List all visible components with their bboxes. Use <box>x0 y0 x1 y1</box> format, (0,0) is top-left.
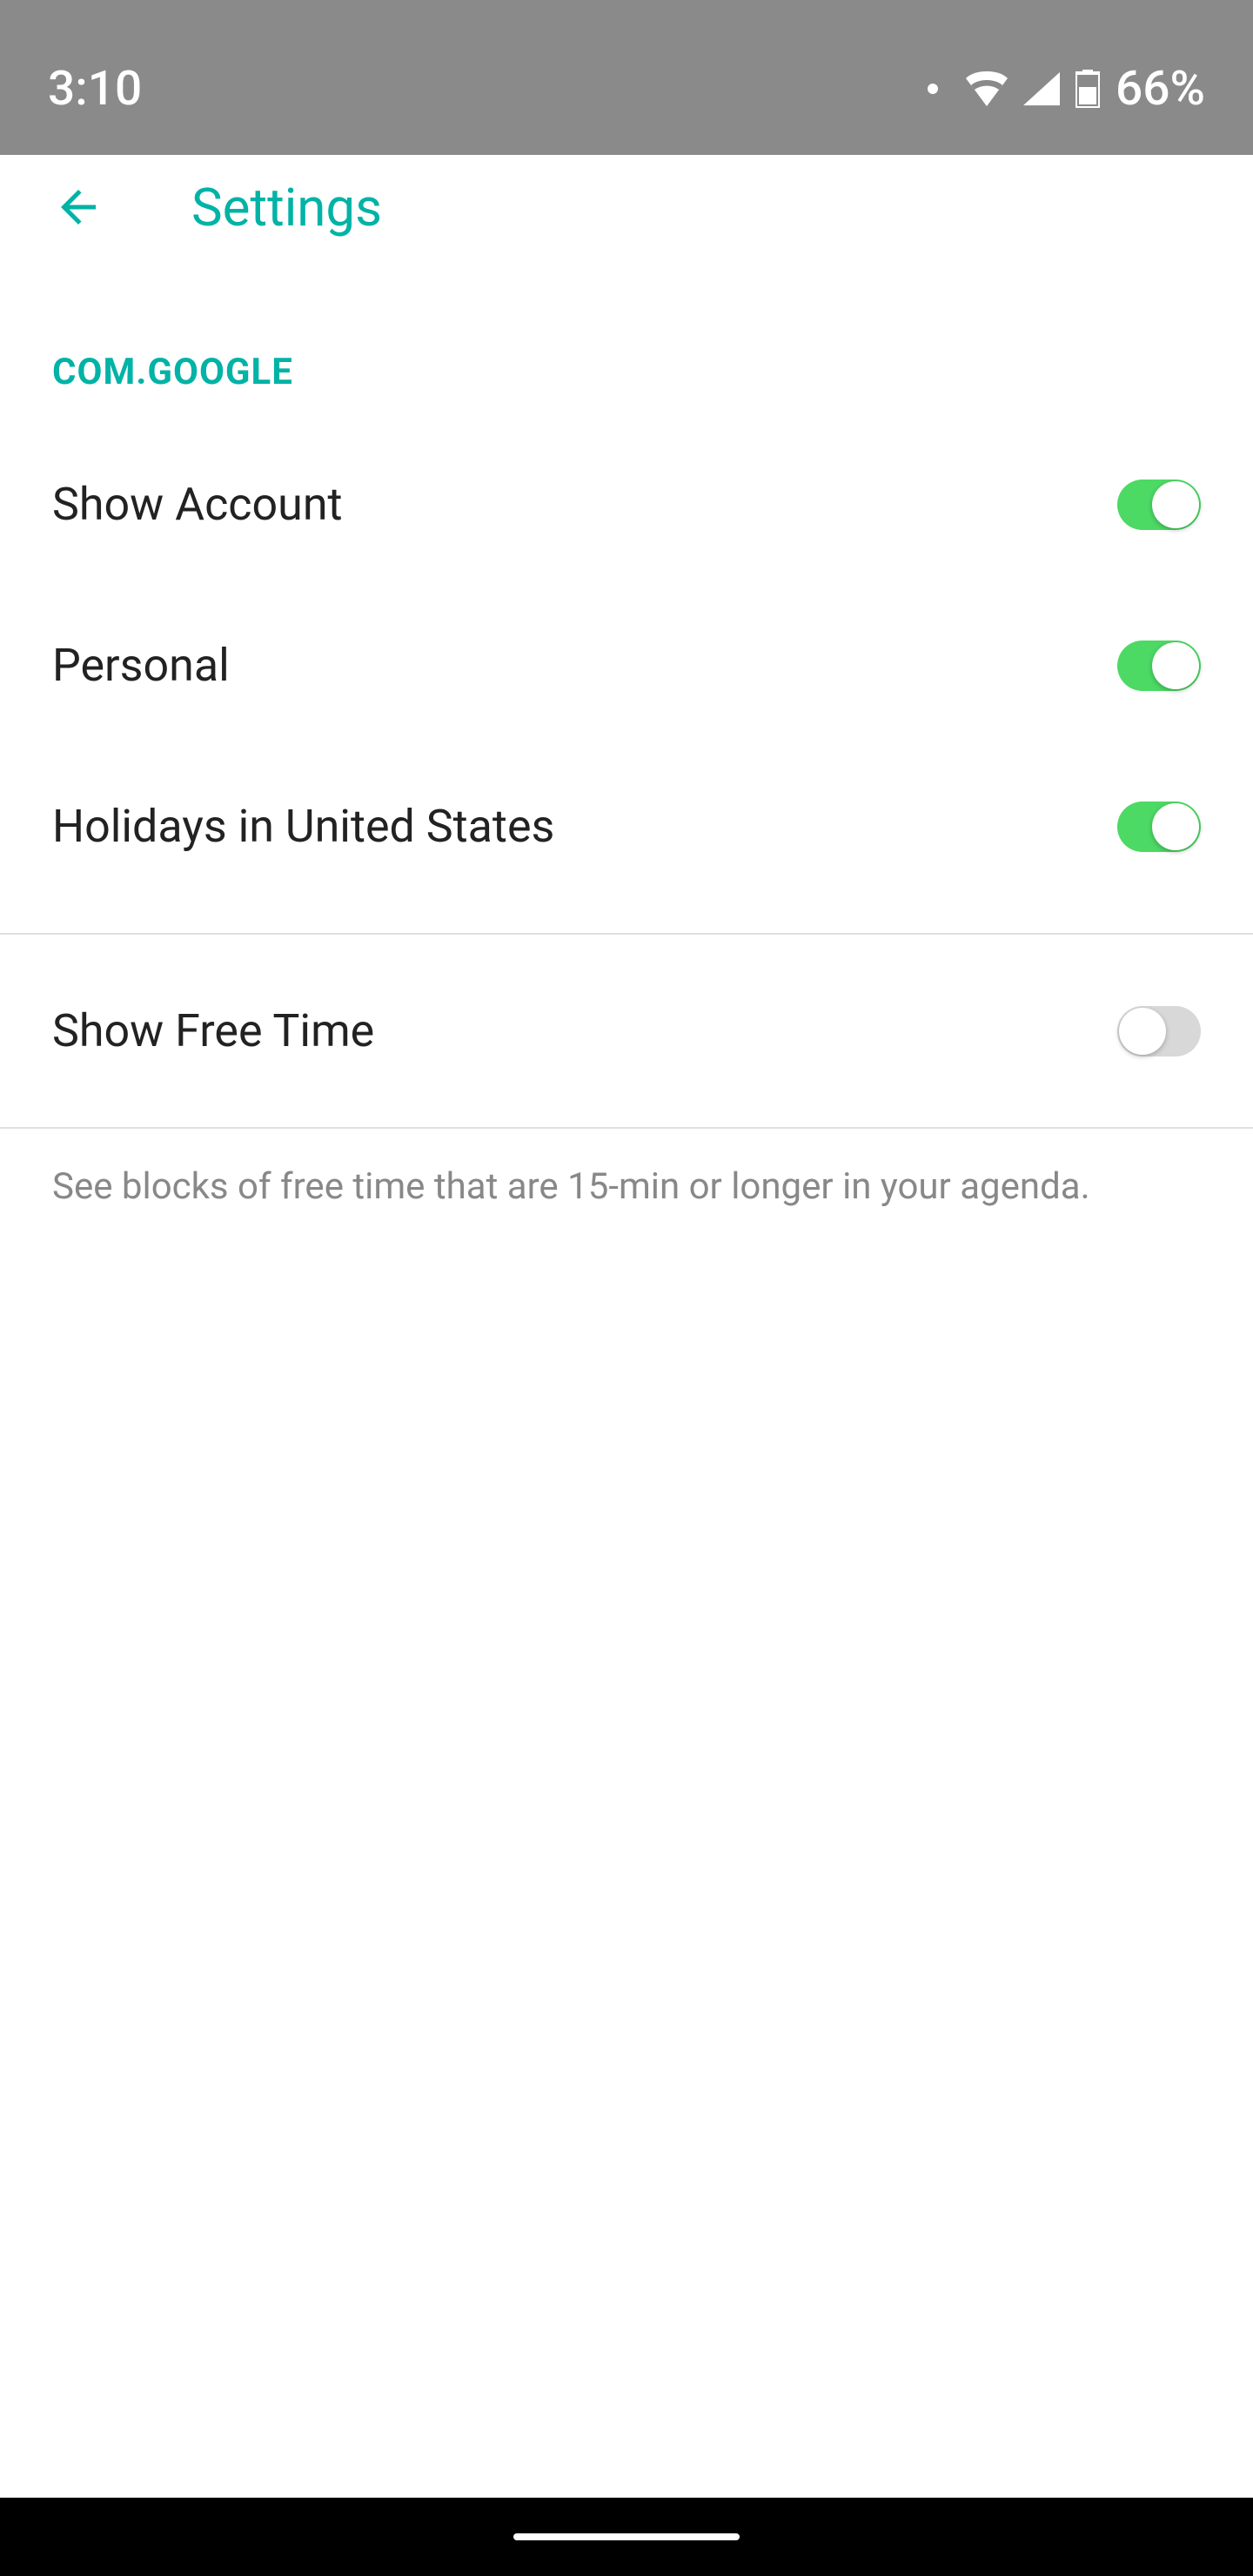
toggle-show-account[interactable] <box>1117 480 1201 530</box>
status-right: 66% <box>928 61 1205 117</box>
nav-handle[interactable] <box>513 2533 740 2540</box>
setting-label: Show Account <box>52 478 343 531</box>
setting-show-account[interactable]: Show Account <box>0 424 1253 585</box>
back-arrow-icon <box>52 181 104 233</box>
status-time: 3:10 <box>48 61 142 117</box>
toggle-holidays[interactable] <box>1117 802 1201 852</box>
app-header: Settings <box>0 155 1253 259</box>
toggle-knob <box>1119 1008 1166 1055</box>
section-header: COM.GOOGLE <box>0 259 1253 393</box>
toggle-knob <box>1152 642 1199 689</box>
status-dot-icon <box>928 84 938 94</box>
wifi-icon <box>966 71 1008 106</box>
back-button[interactable] <box>52 181 104 233</box>
setting-label: Holidays in United States <box>52 800 554 853</box>
helper-text: See blocks of free time that are 15-min … <box>0 1129 1253 1246</box>
setting-label: Personal <box>52 639 230 692</box>
status-bar: 3:10 66% <box>0 0 1253 155</box>
navigation-bar <box>0 2498 1253 2576</box>
toggle-show-free-time[interactable] <box>1117 1006 1201 1057</box>
toggle-personal[interactable] <box>1117 641 1201 691</box>
settings-group-account: Show Account Personal Holidays in United… <box>0 393 1253 907</box>
setting-show-free-time[interactable]: Show Free Time <box>0 935 1253 1127</box>
toggle-knob <box>1152 803 1199 850</box>
setting-label: Show Free Time <box>52 1004 374 1057</box>
settings-group-freetime: Show Free Time <box>0 933 1253 1129</box>
signal-icon <box>1023 71 1060 106</box>
setting-holidays[interactable]: Holidays in United States <box>0 746 1253 907</box>
page-title: Settings <box>191 177 382 238</box>
battery-icon <box>1075 70 1100 108</box>
toggle-knob <box>1152 481 1199 528</box>
battery-percentage: 66% <box>1116 61 1205 117</box>
setting-personal[interactable]: Personal <box>0 585 1253 746</box>
